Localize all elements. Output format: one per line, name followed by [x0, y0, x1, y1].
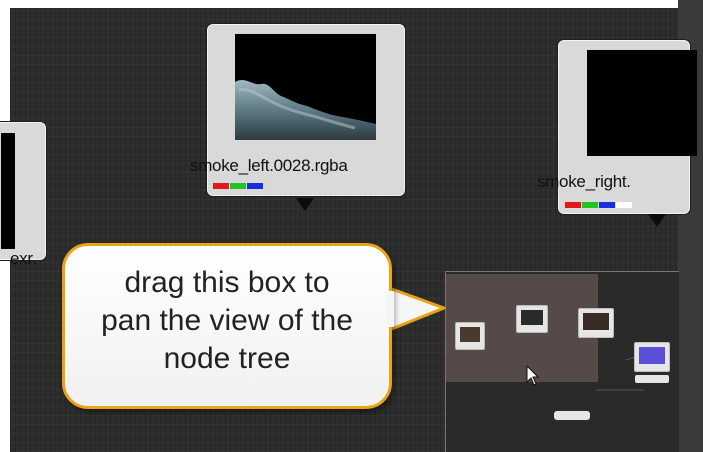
channel-blue	[247, 183, 263, 189]
node-label-exr: .exr	[10, 249, 38, 268]
channel-green	[582, 202, 598, 208]
callout-seam	[386, 291, 394, 327]
callout-text: drag this box to pan the view of the nod…	[101, 266, 353, 375]
mini-node	[634, 342, 670, 372]
node-thumbnail-smoke	[235, 34, 376, 140]
mini-node-bar	[554, 411, 590, 420]
tooltip-callout: drag this box to pan the view of the nod…	[62, 243, 392, 409]
node-thumbnail	[587, 50, 697, 156]
screenshot-stage: .exr smoke_left.0028.rgba smoke_right. d…	[0, 0, 703, 452]
output-arrow-icon[interactable]	[648, 214, 666, 227]
channel-alpha	[616, 202, 632, 208]
mouse-cursor-icon	[526, 365, 540, 386]
mini-node	[578, 308, 614, 338]
channel-red	[213, 183, 229, 189]
mini-node	[516, 305, 548, 333]
node-thumbnail	[1, 133, 15, 249]
channel-red	[565, 202, 581, 208]
mini-node-bar	[635, 375, 669, 383]
smoke-image	[235, 80, 376, 140]
node-exr[interactable]	[0, 122, 46, 260]
node-label-smoke-left: smoke_left.0028.rgba	[190, 156, 348, 175]
mini-node	[455, 322, 485, 350]
output-arrow-icon[interactable]	[296, 198, 314, 211]
callout-pointer	[388, 286, 446, 332]
node-label-smoke-right: smoke_right.	[537, 172, 631, 191]
channel-green	[230, 183, 246, 189]
channel-blue	[599, 202, 615, 208]
